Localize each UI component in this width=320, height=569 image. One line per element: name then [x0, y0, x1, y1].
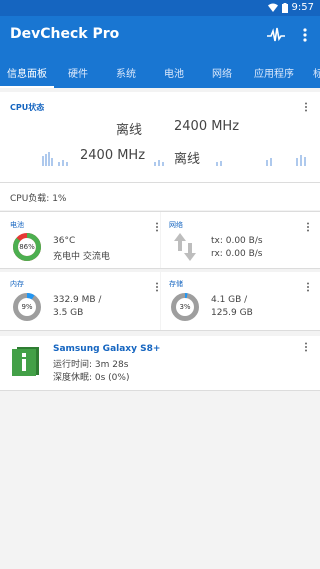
- device-deep-sleep: 深度休眠: 0s (0%): [53, 373, 130, 383]
- memory-total: 3.5 GB: [53, 308, 84, 318]
- battery-status: 充电中 交流电: [53, 252, 110, 262]
- battery-menu-icon[interactable]: [153, 222, 161, 232]
- device-uptime: 运行时间: 3m 28s: [53, 360, 129, 370]
- tab-hardware[interactable]: 硬件: [68, 65, 88, 80]
- storage-used: 4.1 GB /: [211, 295, 248, 305]
- cpu-load: CPU负载: 1%: [10, 194, 67, 204]
- cpu-title: CPU状态: [10, 103, 45, 112]
- network-rx: rx: 0.00 B/s: [211, 249, 263, 259]
- storage-total: 125.9 GB: [211, 308, 253, 318]
- tab-battery[interactable]: 电池: [164, 65, 184, 80]
- device-menu-icon[interactable]: [302, 342, 310, 352]
- status-time: 9:57: [291, 2, 314, 13]
- memory-card[interactable]: 内存 9% 332.9 MB / 3.5 GB: [0, 272, 160, 330]
- device-card[interactable]: Samsung Galaxy S8+ 运行时间: 3m 28s 深度休眠: 0s…: [0, 336, 320, 390]
- tab-network[interactable]: 网络: [212, 65, 232, 80]
- memory-used: 332.9 MB /: [53, 295, 102, 305]
- divider: [0, 390, 320, 391]
- core-3-freq: 2400 MHz: [80, 148, 146, 163]
- network-tx: tx: 0.00 B/s: [211, 236, 263, 246]
- cpu-load-row: CPU负载: 1%: [0, 182, 320, 210]
- status-bar: 9:57: [0, 0, 320, 16]
- battery-temperature: 36°C: [53, 236, 76, 246]
- battery-gauge: 86%: [12, 232, 42, 262]
- cpu-menu-icon[interactable]: [302, 102, 310, 112]
- divider: [0, 182, 320, 183]
- battery-title: 电池: [10, 221, 24, 229]
- storage-card[interactable]: 存储 3% 4.1 GB / 125.9 GB: [161, 272, 320, 330]
- network-title: 网络: [169, 221, 183, 229]
- wifi-icon: [267, 3, 278, 12]
- memory-gauge: 9%: [12, 292, 42, 322]
- tab-more[interactable]: 标: [313, 65, 320, 80]
- memory-title: 内存: [10, 280, 24, 288]
- network-card[interactable]: 网络 tx: 0.00 B/s rx: 0.00 B/s: [161, 212, 320, 268]
- battery-card[interactable]: 电池 86% 36°C 充电中 交流电: [0, 212, 160, 268]
- core-2-freq: 2400 MHz: [174, 119, 240, 134]
- storage-gauge: 3%: [170, 292, 200, 322]
- transfer-arrows-icon: [174, 233, 196, 261]
- storage-percent: 3: [179, 303, 184, 311]
- cpu-card: CPU状态 离线 2400 MHz 2400 MHz 离线: [0, 92, 320, 182]
- tab-indicator: [0, 86, 54, 88]
- app-title: DevCheck Pro: [10, 26, 120, 42]
- app-bar: DevCheck Pro: [0, 16, 320, 56]
- storage-menu-icon[interactable]: [304, 282, 312, 292]
- memory-percent: 9: [21, 303, 26, 311]
- battery-icon: [281, 2, 288, 13]
- more-vert-icon[interactable]: [298, 25, 312, 45]
- divider: [0, 268, 320, 269]
- core-4-status: 离线: [174, 152, 201, 167]
- pulse-icon[interactable]: [266, 25, 286, 45]
- tab-apps[interactable]: 应用程序: [254, 65, 294, 80]
- memory-menu-icon[interactable]: [153, 282, 161, 292]
- tab-bar: 信息面板 硬件 系统 电池 网络 应用程序 标: [0, 56, 320, 88]
- tab-system[interactable]: 系统: [116, 65, 136, 80]
- device-name: Samsung Galaxy S8+: [53, 344, 161, 354]
- network-menu-icon[interactable]: [304, 222, 312, 232]
- divider: [0, 330, 320, 331]
- device-info-icon: [12, 347, 39, 376]
- tab-dashboard[interactable]: 信息面板: [7, 65, 47, 80]
- battery-percent: 86: [19, 243, 29, 251]
- core-1-status: 离线: [116, 123, 143, 138]
- storage-title: 存储: [169, 280, 183, 288]
